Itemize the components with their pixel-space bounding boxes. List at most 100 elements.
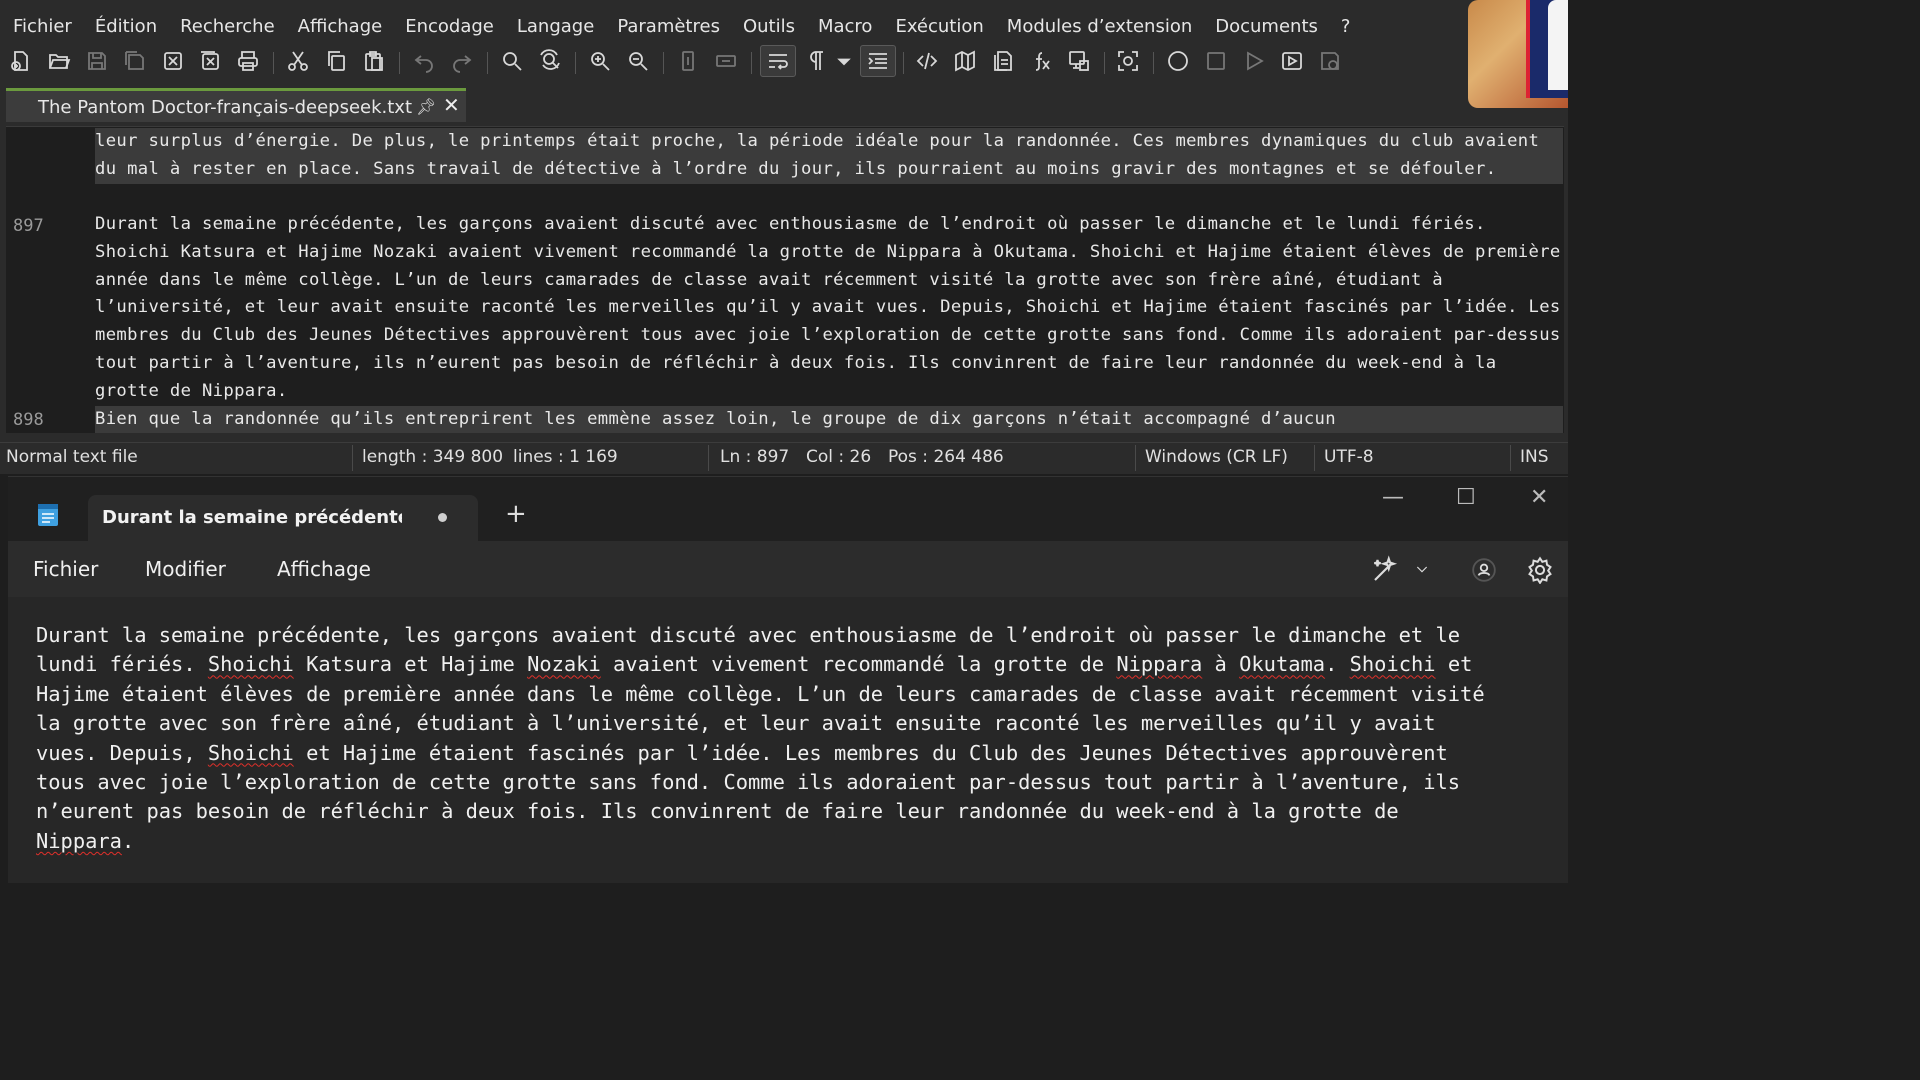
status-insert-mode[interactable]: INS bbox=[1520, 447, 1549, 467]
menu-langage[interactable]: Langage bbox=[517, 16, 594, 37]
indent-guide-icon[interactable] bbox=[860, 45, 896, 77]
notepad-icon bbox=[36, 501, 60, 527]
text-line: n’eurent pas besoin de réfléchir à deux … bbox=[36, 799, 1399, 824]
sync-vertical-icon[interactable] bbox=[675, 48, 701, 74]
gear-icon[interactable] bbox=[1526, 556, 1554, 588]
close-icon[interactable]: ✕ bbox=[443, 93, 460, 117]
status-file-type: Normal text file bbox=[6, 447, 138, 467]
menu-recherche[interactable]: Recherche bbox=[180, 16, 275, 37]
menu-modifier[interactable]: Modifier bbox=[145, 557, 226, 581]
account-icon[interactable] bbox=[1471, 557, 1497, 587]
menu-affichage[interactable]: Affichage bbox=[277, 557, 371, 581]
spelling-error[interactable]: Shoichi bbox=[208, 652, 294, 676]
monitoring-icon[interactable] bbox=[1115, 48, 1141, 74]
menu-documents[interactable]: Documents bbox=[1215, 16, 1318, 37]
menu-macro[interactable]: Macro bbox=[818, 16, 872, 37]
notepad-titlebar: Durant la semaine précédente, les garçon… bbox=[8, 477, 1568, 541]
menu-encodage[interactable]: Encodage bbox=[405, 16, 494, 37]
text-line: vues. Depuis, Shoichi et Hajime étaient … bbox=[36, 740, 1448, 765]
menu-modules[interactable]: Modules d’extension bbox=[1007, 16, 1192, 37]
copy-icon[interactable] bbox=[323, 48, 349, 74]
editor-line-current: Durant la semaine précédente, les garçon… bbox=[95, 214, 1561, 401]
redo-icon[interactable] bbox=[449, 48, 475, 74]
text-line: Nippara. bbox=[36, 828, 135, 853]
notepadpp-window: Fichier Édition Recherche Affichage Enco… bbox=[0, 0, 1568, 474]
npp-tabbar: The Pantom Doctor-français-deepseek.txt … bbox=[0, 86, 1568, 124]
text-line: Hajime étaient élèves de première année … bbox=[36, 681, 1485, 706]
replace-icon[interactable] bbox=[537, 48, 563, 74]
menu-parametres[interactable]: Paramètres bbox=[617, 16, 720, 37]
editor-line: leur surplus d’énergie. De plus, le prin… bbox=[95, 128, 1563, 184]
stop-macro-icon[interactable] bbox=[1203, 48, 1229, 74]
status-lines: lines : 1 169 bbox=[513, 447, 618, 467]
spelling-error[interactable]: Nippara bbox=[1116, 652, 1202, 676]
menu-help[interactable]: ? bbox=[1341, 16, 1351, 37]
close-all-icon[interactable] bbox=[197, 48, 223, 74]
tab-document[interactable]: The Pantom Doctor-français-deepseek.txt … bbox=[6, 88, 466, 122]
run-macro-multiple-icon[interactable] bbox=[1279, 48, 1305, 74]
chevron-down-icon[interactable] bbox=[1414, 561, 1430, 581]
paste-icon[interactable] bbox=[361, 48, 387, 74]
open-folder-icon[interactable] bbox=[46, 48, 72, 74]
play-macro-icon[interactable] bbox=[1241, 48, 1267, 74]
line-number: 898 bbox=[13, 410, 44, 430]
npp-editor[interactable]: leur surplus d’énergie. De plus, le prin… bbox=[6, 126, 1564, 433]
save-icon[interactable] bbox=[84, 48, 110, 74]
status-length: length : 349 800 bbox=[362, 447, 504, 467]
close-window-icon[interactable]: ✕ bbox=[1530, 485, 1548, 510]
tab-title: The Pantom Doctor-français-deepseek.txt bbox=[38, 97, 413, 118]
record-macro-icon[interactable] bbox=[1165, 48, 1191, 74]
zoom-in-icon[interactable] bbox=[587, 48, 613, 74]
spelling-error[interactable]: Shoichi bbox=[208, 741, 294, 765]
spelling-error[interactable]: Nozaki bbox=[527, 652, 601, 676]
status-encoding[interactable]: UTF-8 bbox=[1324, 447, 1374, 467]
sync-horizontal-icon[interactable] bbox=[713, 48, 739, 74]
status-eol[interactable]: Windows (CR LF) bbox=[1145, 447, 1288, 467]
menu-execution[interactable]: Exécution bbox=[895, 16, 983, 37]
xml-tag-icon[interactable] bbox=[914, 48, 940, 74]
save-all-icon[interactable] bbox=[122, 48, 148, 74]
unsaved-dot-icon[interactable] bbox=[438, 513, 447, 522]
undo-icon[interactable] bbox=[411, 48, 437, 74]
document-list-icon[interactable] bbox=[990, 48, 1016, 74]
spelling-error[interactable]: Shoichi bbox=[1350, 652, 1436, 676]
spelling-error[interactable]: Nippara bbox=[36, 829, 122, 853]
document-map-icon[interactable] bbox=[952, 48, 978, 74]
minimize-icon[interactable]: — bbox=[1382, 485, 1404, 510]
menu-fichier[interactable]: Fichier bbox=[13, 16, 72, 37]
word-wrap-icon[interactable] bbox=[760, 45, 796, 77]
pin-icon[interactable]: 📌︎ bbox=[416, 97, 436, 116]
show-all-chars-icon[interactable] bbox=[804, 48, 830, 74]
status-pos: Pos : 264 486 bbox=[888, 447, 1004, 467]
save-macro-icon[interactable] bbox=[1317, 48, 1343, 74]
text-line: Durant la semaine précédente, les garçon… bbox=[36, 623, 1461, 647]
notepad-text-area[interactable]: Durant la semaine précédente, les garçon… bbox=[8, 597, 1568, 883]
notepad-tab[interactable]: Durant la semaine précédente, les garçon… bbox=[88, 495, 478, 541]
menu-fichier[interactable]: Fichier bbox=[33, 557, 98, 581]
spelling-error[interactable]: Okutama bbox=[1239, 652, 1325, 676]
maximize-icon[interactable]: ☐ bbox=[1456, 485, 1476, 510]
notepad-window: Durant la semaine précédente, les garçon… bbox=[8, 476, 1568, 883]
npp-toolbar bbox=[0, 42, 1400, 80]
notepad-tab-title: Durant la semaine précédente, les garçon… bbox=[102, 507, 402, 528]
status-col: Col : 26 bbox=[806, 447, 872, 467]
npp-statusbar: Normal text file length : 349 800 lines … bbox=[0, 442, 1568, 473]
text-line: lundi fériés. Shoichi Katsura et Hajime … bbox=[36, 652, 1473, 677]
text-line: la grotte avec son frère aîné, étudiant … bbox=[36, 711, 1436, 736]
add-tab-icon[interactable]: + bbox=[505, 499, 527, 529]
copilot-rewrite-icon[interactable] bbox=[1370, 555, 1400, 589]
print-icon[interactable] bbox=[235, 48, 261, 74]
close-file-icon[interactable] bbox=[160, 48, 186, 74]
new-file-icon[interactable] bbox=[8, 48, 34, 74]
notepad-menubar: Fichier Modifier Affichage bbox=[8, 541, 1568, 597]
cut-icon[interactable] bbox=[285, 48, 311, 74]
line-number: 897 bbox=[13, 216, 44, 236]
find-icon[interactable] bbox=[499, 48, 525, 74]
chevron-down-icon[interactable] bbox=[834, 48, 854, 74]
menu-affichage[interactable]: Affichage bbox=[298, 16, 383, 37]
menu-outils[interactable]: Outils bbox=[743, 16, 795, 37]
folder-workspace-icon[interactable] bbox=[1066, 48, 1092, 74]
function-list-icon[interactable] bbox=[1028, 48, 1054, 74]
zoom-out-icon[interactable] bbox=[625, 48, 651, 74]
menu-edition[interactable]: Édition bbox=[95, 16, 157, 37]
